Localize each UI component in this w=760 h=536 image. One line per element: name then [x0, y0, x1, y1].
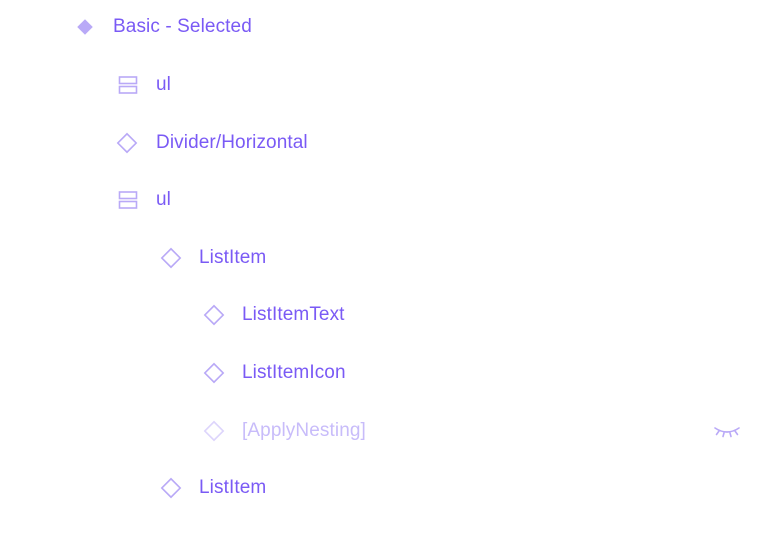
instance-icon: [203, 304, 225, 326]
layer-label: ListItemText: [242, 304, 345, 325]
instance-icon: [160, 247, 182, 269]
layer-row-listitem[interactable]: ListItem: [0, 468, 760, 508]
layer-label: ul: [156, 74, 171, 95]
component-filled-icon: [74, 16, 96, 38]
layer-row-basic-selected[interactable]: Basic - Selected: [0, 7, 760, 47]
layer-label: ListItemIcon: [242, 362, 346, 383]
frame-stack-icon: [117, 74, 139, 96]
layer-label: ListItem: [199, 477, 267, 498]
instance-icon: [203, 420, 225, 442]
layer-label: Basic - Selected: [113, 16, 252, 37]
layer-row-divider-horizontal[interactable]: Divider/Horizontal: [0, 123, 760, 163]
layer-row-ul[interactable]: ul: [0, 180, 760, 220]
eye-closed-icon[interactable]: [712, 421, 742, 441]
layer-label: Divider/Horizontal: [156, 132, 308, 153]
layer-row-ul[interactable]: ul: [0, 65, 760, 105]
instance-icon: [203, 362, 225, 384]
layer-row-listitemtext[interactable]: ListItemText: [0, 295, 760, 335]
instance-icon: [116, 132, 138, 154]
frame-stack-icon: [117, 189, 139, 211]
layer-row-listitemicon[interactable]: ListItemIcon: [0, 353, 760, 393]
layer-label: [ApplyNesting]: [242, 420, 366, 441]
layer-label: ul: [156, 189, 171, 210]
layer-label: ListItem: [199, 247, 267, 268]
layer-row-applynesting[interactable]: [ApplyNesting]: [0, 411, 760, 451]
layer-row-listitem[interactable]: ListItem: [0, 238, 760, 278]
instance-icon: [160, 477, 182, 499]
